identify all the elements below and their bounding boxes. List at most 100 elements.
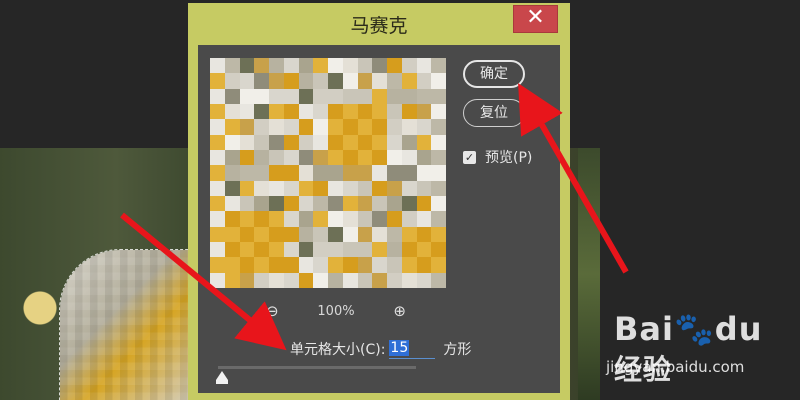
mosaic-cell bbox=[342, 73, 358, 89]
mosaic-cell bbox=[342, 195, 358, 212]
dialog-body: 确定 复位 ✓ 预览(P) ⊖ 100% ⊕ 单元格大小(C): 15 方形 bbox=[198, 45, 560, 393]
close-button[interactable]: ✕ bbox=[513, 5, 558, 33]
mosaic-cell bbox=[342, 180, 358, 196]
mosaic-cell bbox=[342, 88, 358, 104]
mosaic-cell bbox=[387, 180, 402, 196]
mosaic-cell bbox=[269, 134, 284, 150]
mosaic-cell bbox=[342, 241, 358, 258]
mosaic-cell bbox=[357, 149, 373, 166]
mosaic-cell bbox=[224, 195, 240, 212]
mosaic-cell bbox=[431, 226, 446, 242]
mosaic-cell bbox=[239, 103, 255, 120]
mosaic-cell bbox=[283, 195, 299, 212]
mosaic-cell bbox=[416, 226, 432, 242]
mosaic-cell bbox=[387, 272, 402, 288]
mosaic-cell bbox=[269, 165, 284, 181]
mosaic-cell bbox=[372, 272, 387, 288]
mosaic-cell bbox=[210, 272, 225, 288]
mosaic-cell bbox=[239, 88, 255, 104]
mosaic-cell bbox=[283, 134, 299, 150]
mosaic-cell bbox=[431, 58, 446, 74]
filter-preview[interactable] bbox=[210, 58, 446, 288]
slider-handle-base[interactable] bbox=[215, 380, 228, 384]
preview-checkbox[interactable]: ✓ 预览(P) bbox=[463, 147, 532, 167]
mosaic-cell bbox=[328, 272, 343, 288]
reset-button[interactable]: 复位 bbox=[463, 99, 525, 127]
cell-size-unit: 方形 bbox=[443, 342, 472, 358]
mosaic-cell bbox=[328, 257, 343, 273]
mosaic-cell bbox=[313, 134, 328, 150]
mosaic-cell bbox=[387, 73, 402, 89]
mosaic-cell bbox=[239, 241, 255, 258]
mosaic-cell bbox=[328, 195, 343, 212]
mosaic-cell bbox=[416, 211, 432, 227]
mosaic-cell bbox=[416, 257, 432, 273]
mosaic-cell bbox=[416, 119, 432, 135]
mosaic-cell bbox=[313, 272, 328, 288]
mosaic-cell bbox=[401, 195, 417, 212]
mosaic-cell bbox=[254, 211, 269, 227]
slider-handle[interactable] bbox=[215, 371, 228, 380]
mosaic-cell bbox=[210, 134, 225, 150]
mosaic-cell bbox=[431, 134, 446, 150]
zoom-out-icon[interactable]: ⊖ bbox=[266, 302, 279, 320]
mosaic-cell bbox=[328, 226, 343, 242]
mosaic-cell bbox=[372, 165, 387, 181]
mosaic-cell bbox=[401, 149, 417, 166]
mosaic-cell bbox=[239, 73, 255, 89]
checkmark-icon[interactable]: ✓ bbox=[463, 150, 476, 164]
mosaic-cell bbox=[431, 103, 446, 120]
mosaic-cell bbox=[342, 272, 358, 288]
ok-button[interactable]: 确定 bbox=[463, 60, 525, 88]
mosaic-cell bbox=[239, 272, 255, 288]
mosaic-cell bbox=[269, 180, 284, 196]
mosaic-cell bbox=[210, 257, 225, 273]
mosaic-cell bbox=[283, 73, 299, 89]
mosaic-cell bbox=[372, 211, 387, 227]
mosaic-cell bbox=[357, 134, 373, 150]
mosaic-cell bbox=[372, 241, 387, 258]
mosaic-cell bbox=[313, 165, 328, 181]
mosaic-cell bbox=[387, 211, 402, 227]
mosaic-cell bbox=[298, 88, 314, 104]
mosaic-cell bbox=[239, 211, 255, 227]
mosaic-cell bbox=[387, 195, 402, 212]
mosaic-cell bbox=[401, 73, 417, 89]
mosaic-cell bbox=[239, 195, 255, 212]
mosaic-cell bbox=[342, 211, 358, 227]
mosaic-cell bbox=[283, 272, 299, 288]
zoom-level: 100% bbox=[317, 303, 355, 319]
mosaic-cell bbox=[313, 149, 328, 166]
mosaic-cell bbox=[342, 58, 358, 74]
mosaic-cell bbox=[401, 241, 417, 258]
mosaic-cell bbox=[224, 103, 240, 120]
mosaic-cell bbox=[372, 103, 387, 120]
cell-size-slider[interactable] bbox=[218, 366, 416, 369]
dialog-title-bar[interactable]: 马赛克 ✕ bbox=[188, 3, 570, 41]
mosaic-cell bbox=[387, 103, 402, 120]
mosaic-cell bbox=[313, 257, 328, 273]
mosaic-cell bbox=[401, 165, 417, 181]
mosaic-cell bbox=[387, 226, 402, 242]
mosaic-cell bbox=[357, 272, 373, 288]
cell-size-input[interactable]: 15 bbox=[389, 339, 436, 359]
mosaic-cell bbox=[313, 73, 328, 89]
mosaic-cell bbox=[254, 165, 269, 181]
mosaic-cell bbox=[387, 149, 402, 166]
mosaic-cell bbox=[328, 180, 343, 196]
mosaic-cell bbox=[372, 180, 387, 196]
mosaic-cell bbox=[224, 241, 240, 258]
mosaic-cell bbox=[254, 58, 269, 74]
mosaic-cell bbox=[254, 119, 269, 135]
zoom-in-icon[interactable]: ⊕ bbox=[393, 302, 406, 320]
mosaic-cell bbox=[224, 180, 240, 196]
mosaic-cell bbox=[254, 180, 269, 196]
mosaic-cell bbox=[416, 149, 432, 166]
mosaic-cell bbox=[387, 119, 402, 135]
mosaic-cell bbox=[239, 180, 255, 196]
mosaic-cell bbox=[342, 149, 358, 166]
mosaic-cell bbox=[283, 257, 299, 273]
mosaic-cell bbox=[283, 149, 299, 166]
mosaic-cell bbox=[401, 103, 417, 120]
mosaic-cell bbox=[342, 257, 358, 273]
